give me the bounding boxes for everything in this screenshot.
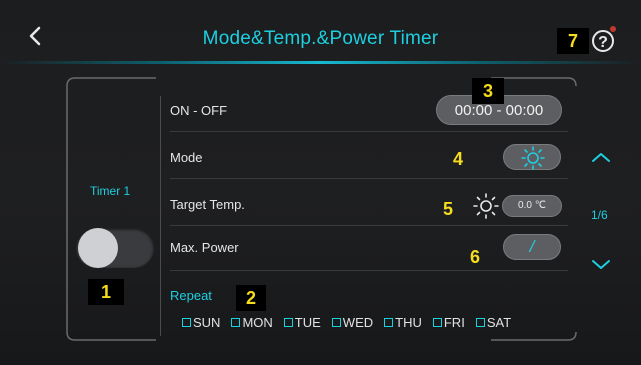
checkbox[interactable] [475, 318, 485, 327]
annotation-badge-2: 2 [236, 285, 266, 311]
annotation-badge-5: 5 [443, 199, 454, 219]
on-off-label: ON - OFF [170, 103, 228, 118]
day-checkbox-tue[interactable]: TUE [283, 315, 321, 330]
column-divider [160, 96, 161, 336]
annotation-badge-3: 3 [472, 78, 504, 104]
notification-dot [610, 26, 616, 32]
annotation-badge-4: 4 [453, 149, 464, 169]
annotation-badge-1: 1 [88, 279, 124, 305]
repeat-days: SUN MON TUE WED THU FRI SAT [182, 315, 511, 330]
day-checkbox-thu[interactable]: THU [384, 315, 422, 330]
checkbox[interactable] [432, 318, 442, 327]
checkbox[interactable] [384, 318, 394, 327]
checkbox[interactable] [231, 318, 241, 327]
help-icon[interactable]: ? [592, 30, 614, 52]
sun-icon [473, 193, 499, 219]
day-checkbox-sun[interactable]: SUN [182, 315, 220, 330]
page-indicator: 1/6 [591, 208, 608, 222]
row-divider [170, 270, 568, 271]
row-divider [170, 131, 568, 132]
row-divider [170, 225, 568, 226]
chevron-up-icon[interactable] [590, 150, 612, 164]
target-temp-button[interactable]: 0.0 ℃ [502, 195, 562, 217]
sun-icon [521, 146, 545, 170]
mode-label: Mode [170, 150, 203, 165]
mode-button[interactable] [503, 144, 561, 170]
day-checkbox-fri[interactable]: FRI [432, 315, 465, 330]
page-title: Mode&Temp.&Power Timer [202, 28, 439, 49]
checkbox[interactable] [283, 318, 293, 327]
target-temp-label: Target Temp. [170, 197, 245, 212]
max-power-label: Max. Power [170, 240, 239, 255]
header-divider [0, 61, 641, 64]
day-checkbox-mon[interactable]: MON [231, 315, 273, 330]
chevron-down-icon[interactable] [590, 258, 612, 272]
checkbox[interactable] [331, 318, 341, 327]
timer-label: Timer 1 [90, 184, 131, 198]
checkbox[interactable] [182, 318, 191, 327]
day-checkbox-sat[interactable]: SAT [475, 315, 511, 330]
annotation-badge-7: 7 [557, 28, 589, 54]
max-power-button[interactable]: / [503, 234, 561, 260]
row-divider [170, 178, 568, 179]
repeat-label: Repeat [170, 288, 212, 303]
annotation-badge-6: 6 [470, 247, 481, 267]
timer-toggle-knob[interactable] [78, 228, 118, 268]
screen: Mode&Temp.&Power Timer ? Timer 1 ON - OF… [0, 0, 641, 365]
day-checkbox-wed[interactable]: WED [331, 315, 373, 330]
